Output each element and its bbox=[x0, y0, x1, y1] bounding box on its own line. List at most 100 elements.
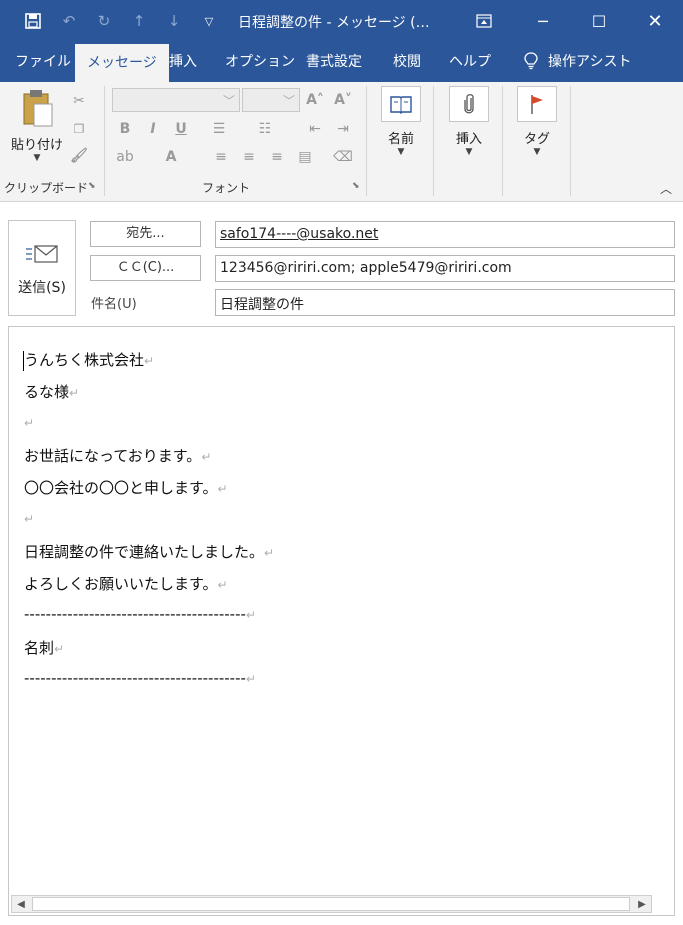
minimize-icon[interactable]: ─ bbox=[520, 0, 566, 42]
title-bar: ↶ ↻ ↑ ↓ ▽ 日程調整の件 - メッセージ (… ─ ☐ ✕ bbox=[0, 0, 683, 42]
clipboard-group-label: クリップボード bbox=[4, 181, 89, 195]
justify-icon[interactable]: ▤ bbox=[294, 146, 316, 168]
body-line: ----------------------------------------… bbox=[24, 669, 256, 687]
paragraph-mark-icon: ↵ bbox=[264, 546, 275, 560]
highlight-icon[interactable]: ab bbox=[114, 146, 136, 168]
align-right-icon[interactable]: ≡ bbox=[266, 146, 288, 168]
tell-me-label: 操作アシスト bbox=[548, 54, 632, 70]
insert-label: 挿入 bbox=[455, 132, 482, 147]
body-line-text: 〇〇会社の〇〇と申します。 bbox=[24, 479, 218, 497]
divider bbox=[366, 86, 367, 196]
align-center-icon[interactable]: ≡ bbox=[238, 146, 260, 168]
cc-field[interactable]: 123456@ririri.com; apple5479@ririri.com bbox=[215, 255, 675, 282]
font-name-combo[interactable]: ﹀ bbox=[112, 88, 240, 112]
window-title: 日程調整の件 - メッセージ (… bbox=[238, 15, 430, 31]
align-left-icon[interactable]: ≡ bbox=[210, 146, 232, 168]
redo-icon[interactable]: ↻ bbox=[93, 10, 115, 32]
chevron-down-icon: ▼ bbox=[465, 147, 473, 157]
body-line-text: るな様 bbox=[24, 383, 70, 401]
chevron-down-icon: ▼ bbox=[397, 147, 405, 157]
body-line-text: よろしくお願いいたします。 bbox=[24, 575, 218, 593]
save-icon[interactable] bbox=[22, 10, 44, 32]
paragraph-mark-icon: ↵ bbox=[144, 354, 155, 368]
body-line-text: ----------------------------------------… bbox=[24, 669, 246, 687]
paragraph-mark-icon: ↵ bbox=[69, 386, 80, 400]
body-line: 〇〇会社の〇〇と申します。↵ bbox=[24, 477, 228, 498]
italic-icon[interactable]: I bbox=[142, 118, 164, 140]
dialog-launcher-icon[interactable]: ⬊ bbox=[352, 181, 360, 191]
send-label: 送信(S) bbox=[18, 280, 66, 296]
customize-toolbar-icon[interactable]: ▽ bbox=[198, 10, 220, 32]
body-line-text: 名刺 bbox=[24, 639, 55, 657]
arrow-down-icon[interactable]: ↓ bbox=[163, 10, 185, 32]
dialog-launcher-icon[interactable]: ⬊ bbox=[88, 181, 96, 191]
shrink-font-icon[interactable]: A˅ bbox=[332, 89, 354, 111]
address-book-icon bbox=[381, 86, 421, 122]
send-button[interactable]: 送信(S) bbox=[8, 220, 76, 316]
chevron-down-icon: ﹀ bbox=[222, 94, 235, 108]
scroll-right-icon[interactable]: ▶ bbox=[633, 896, 651, 912]
paragraph-mark-icon: ↵ bbox=[217, 482, 228, 496]
paragraph-mark-icon: ↵ bbox=[54, 642, 65, 656]
format-painter-icon[interactable]: 🖌 bbox=[68, 145, 90, 167]
names-button[interactable]: 名前 ▼ bbox=[378, 86, 424, 157]
decrease-indent-icon[interactable]: ⇤ bbox=[304, 118, 326, 140]
to-button[interactable]: 宛先... bbox=[90, 221, 201, 247]
tab-insert[interactable]: 挿入 bbox=[157, 42, 209, 82]
grow-font-icon[interactable]: A˄ bbox=[304, 89, 326, 111]
body-line: ↵ bbox=[24, 413, 34, 431]
divider bbox=[104, 86, 105, 196]
horizontal-scrollbar[interactable]: ◀ ▶ bbox=[11, 895, 652, 913]
to-recipient: safo174----@usako.net bbox=[220, 226, 379, 242]
body-line: ↵ bbox=[24, 509, 34, 527]
paste-label: 貼り付け bbox=[10, 138, 63, 153]
ribbon-tab-bar: ファイル メッセージ 挿入 オプション 書式設定 校閲 ヘルプ 操作アシスト bbox=[0, 42, 683, 82]
tab-review[interactable]: 校閲 bbox=[381, 42, 433, 82]
ribbon-display-options-icon[interactable] bbox=[461, 0, 507, 42]
body-line: 日程調整の件で連絡いたしました。↵ bbox=[24, 541, 274, 562]
tags-label: タグ bbox=[523, 132, 550, 147]
clear-format-icon[interactable]: ⌫ bbox=[332, 146, 354, 168]
close-icon[interactable]: ✕ bbox=[632, 0, 678, 42]
arrow-up-icon[interactable]: ↑ bbox=[128, 10, 150, 32]
paragraph-mark-icon: ↵ bbox=[24, 416, 35, 430]
divider bbox=[502, 86, 503, 196]
tab-format[interactable]: 書式設定 bbox=[294, 42, 374, 82]
divider bbox=[433, 86, 434, 196]
font-size-combo[interactable]: ﹀ bbox=[242, 88, 300, 112]
paragraph-mark-icon: ↵ bbox=[217, 578, 228, 592]
increase-indent-icon[interactable]: ⇥ bbox=[332, 118, 354, 140]
tab-message[interactable]: メッセージ bbox=[75, 44, 169, 82]
copy-icon[interactable]: ❐ bbox=[68, 118, 90, 140]
scroll-left-icon[interactable]: ◀ bbox=[12, 896, 30, 912]
chevron-down-icon: ▼ bbox=[533, 147, 541, 157]
tab-help[interactable]: ヘルプ bbox=[437, 42, 503, 82]
tags-button[interactable]: タグ ▼ bbox=[514, 86, 560, 157]
cc-recipients: 123456@ririri.com; apple5479@ririri.com bbox=[220, 260, 512, 276]
bold-icon[interactable]: B bbox=[114, 118, 136, 140]
to-field[interactable]: safo174----@usako.net bbox=[215, 221, 675, 248]
maximize-icon[interactable]: ☐ bbox=[576, 0, 622, 42]
collapse-ribbon-icon[interactable]: ︿ bbox=[660, 180, 672, 197]
cut-icon[interactable]: ✂ bbox=[68, 90, 90, 112]
underline-icon[interactable]: U bbox=[170, 118, 192, 140]
chevron-down-icon: ▼ bbox=[33, 153, 41, 163]
body-line: お世話になっております。↵ bbox=[24, 445, 211, 466]
insert-button[interactable]: 挿入 ▼ bbox=[446, 86, 492, 157]
bullets-icon[interactable]: ☰ bbox=[208, 118, 230, 140]
paste-button[interactable]: 貼り付け ▼ bbox=[8, 88, 66, 163]
paragraph-mark-icon: ↵ bbox=[245, 608, 256, 622]
undo-icon[interactable]: ↶ bbox=[58, 10, 80, 32]
body-line-text: うんちく株式会社 bbox=[24, 351, 145, 369]
cc-button[interactable]: ＣＣ(C)... bbox=[90, 255, 201, 281]
message-body[interactable]: うんちく株式会社↵ るな様↵ ↵ お世話になっております。↵ 〇〇会社の〇〇と申します。… bbox=[8, 326, 675, 916]
tab-tell-me[interactable]: 操作アシスト bbox=[512, 42, 643, 82]
tab-file[interactable]: ファイル bbox=[3, 42, 83, 82]
paragraph-mark-icon: ↵ bbox=[24, 512, 35, 526]
body-line: 名刺↵ bbox=[24, 637, 64, 658]
subject-field[interactable]: 日程調整の件 bbox=[215, 289, 675, 316]
font-color-icon[interactable]: A bbox=[160, 146, 182, 168]
tab-options[interactable]: オプション bbox=[213, 42, 307, 82]
scroll-thumb[interactable] bbox=[32, 897, 630, 911]
numbering-icon[interactable]: ☷ bbox=[254, 118, 276, 140]
